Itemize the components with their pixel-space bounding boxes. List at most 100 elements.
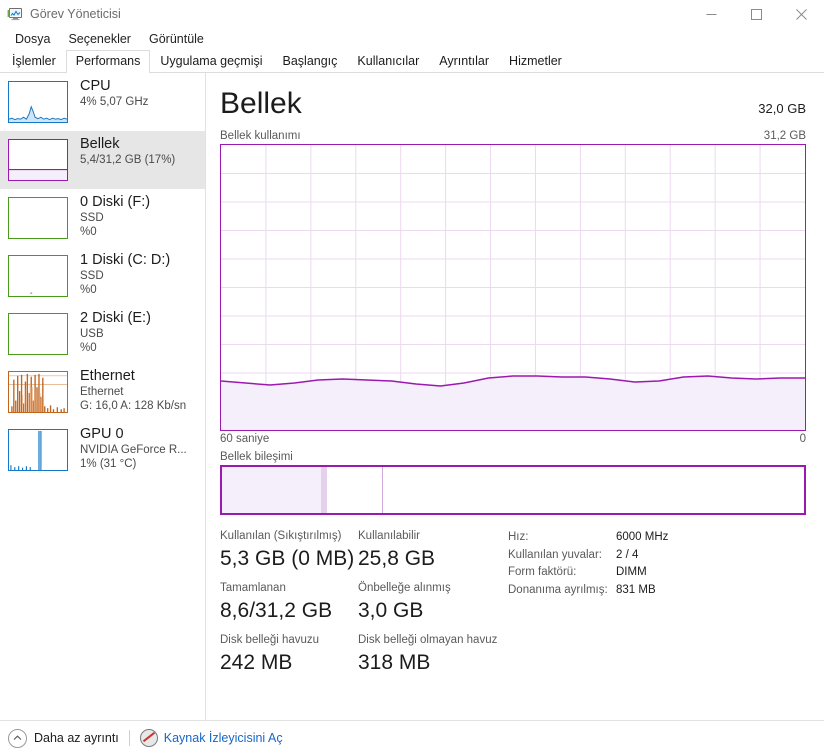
menu-item-dosya[interactable]: Dosya bbox=[6, 30, 59, 48]
content-area: CPU 4% 5,07 GHz Bellek 5,4/31,2 GB (17%) bbox=[0, 73, 824, 720]
fewer-details-label: Daha az ayrıntı bbox=[34, 731, 119, 745]
gpu-0-thumbnail-graph bbox=[8, 429, 68, 471]
composition-segment-standby bbox=[327, 467, 384, 513]
sidebar-item-ethernet-info: Ethernet Ethernet G: 16,0 A: 128 Kb/sn bbox=[80, 367, 186, 413]
sidebar-item-cpu-title: CPU bbox=[80, 78, 111, 94]
stat-slots-used-value: 2 / 4 bbox=[616, 548, 639, 561]
stat-available: Kullanılabilir 25,8 GB bbox=[358, 529, 496, 573]
stat-speed-label: Hız: bbox=[508, 531, 529, 543]
menu-item-goruntule[interactable]: Görüntüle bbox=[140, 30, 213, 48]
disk-0-thumbnail-graph bbox=[8, 197, 68, 239]
stat-cached-value: 3,0 GB bbox=[358, 599, 424, 622]
disk-1-thumbnail-graph bbox=[8, 255, 68, 297]
memory-capacity: 32,0 GB bbox=[758, 101, 806, 116]
sidebar-item-disk-2-title: 2 Diski (E:) bbox=[80, 310, 151, 326]
sidebar-item-ethernet-title: Ethernet bbox=[80, 368, 135, 384]
sidebar-item-disk-0-line2: SSD bbox=[80, 212, 104, 224]
sidebar-item-disk-1-line2: SSD bbox=[80, 270, 104, 282]
stat-slots-used-label: Kullanılan yuvalar: bbox=[508, 548, 602, 561]
tab-islemler[interactable]: İşlemler bbox=[2, 50, 66, 72]
tab-ayrintilar[interactable]: Ayrıntılar bbox=[429, 50, 499, 72]
sidebar-item-disk-2[interactable]: 2 Diski (E:) USB %0 bbox=[0, 305, 205, 363]
memory-detail-pane: Bellek 32,0 GB Bellek kullanımı 31,2 GB bbox=[206, 73, 824, 720]
sidebar-item-disk-2-line2: USB bbox=[80, 328, 104, 340]
sidebar-item-disk-2-line3: %0 bbox=[80, 342, 97, 354]
stat-form-factor-label: Form faktörü: bbox=[508, 566, 577, 578]
memory-stats-right: Hız: 6000 MHz Kullanılan yuvalar: 2 / 4 … bbox=[508, 529, 668, 685]
stat-paged-pool-label: Disk belleği havuzu bbox=[220, 634, 320, 646]
stat-form-factor-value: DIMM bbox=[616, 566, 647, 578]
composition-segment-free bbox=[383, 467, 804, 513]
axis-left-label: 60 saniye bbox=[220, 433, 270, 445]
graph-axis-labels: 60 saniye 0 bbox=[220, 433, 806, 445]
sidebar-item-memory-info: Bellek 5,4/31,2 GB (17%) bbox=[80, 135, 175, 167]
sidebar-item-ethernet[interactable]: Ethernet Ethernet G: 16,0 A: 128 Kb/sn bbox=[0, 363, 205, 421]
menu-bar: Dosya Seçenekler Görüntüle bbox=[0, 28, 824, 50]
tab-kullanicilar[interactable]: Kullanıcılar bbox=[347, 50, 429, 72]
menu-item-secenekler[interactable]: Seçenekler bbox=[59, 30, 140, 48]
fewer-details-button[interactable]: Daha az ayrıntı bbox=[8, 728, 119, 748]
stat-paged-pool: Disk belleği havuzu 242 MB bbox=[220, 633, 358, 677]
graph-captions: Bellek kullanımı 31,2 GB bbox=[220, 130, 806, 142]
stat-nonpaged-pool-label: Disk belleği olmayan havuz bbox=[358, 634, 498, 646]
task-manager-icon bbox=[7, 6, 23, 22]
graph-label: Bellek kullanımı bbox=[220, 130, 301, 142]
stat-used: Kullanılan (Sıkıştırılmış) 5,3 GB (0 MB) bbox=[220, 529, 358, 573]
sidebar-item-disk-0-info: 0 Diski (F:) SSD %0 bbox=[80, 193, 150, 239]
sidebar-item-memory[interactable]: Bellek 5,4/31,2 GB (17%) bbox=[0, 131, 205, 189]
stat-speed: Hız: 6000 MHz bbox=[508, 529, 668, 547]
sidebar-item-memory-line2: 5,4/31,2 GB (17%) bbox=[80, 154, 176, 166]
stat-nonpaged-pool: Disk belleği olmayan havuz 318 MB bbox=[358, 633, 498, 677]
stat-hardware-reserved: Donanıma ayrılmış: 831 MB bbox=[508, 582, 668, 600]
resource-monitor-icon bbox=[139, 729, 158, 747]
maximize-icon[interactable] bbox=[734, 0, 779, 28]
sidebar-item-disk-1[interactable]: 1 Diski (C: D:) SSD %0 bbox=[0, 247, 205, 305]
tab-performans[interactable]: Performans bbox=[65, 50, 151, 73]
stat-slots-used: Kullanılan yuvalar: 2 / 4 bbox=[508, 547, 668, 565]
memory-header: Bellek 32,0 GB bbox=[220, 87, 806, 121]
sidebar-item-memory-title: Bellek bbox=[80, 136, 120, 152]
disk-2-thumbnail-graph bbox=[8, 313, 68, 355]
stat-used-label: Kullanılan (Sıkıştırılmış) bbox=[220, 530, 342, 542]
memory-stats-left: Kullanılan (Sıkıştırılmış) 5,3 GB (0 MB)… bbox=[220, 529, 498, 685]
stat-hardware-reserved-value: 831 MB bbox=[616, 583, 656, 596]
tab-baslangic[interactable]: Başlangıç bbox=[273, 50, 348, 72]
tab-uygulama-gecmisi[interactable]: Uygulama geçmişi bbox=[150, 50, 272, 72]
sidebar-item-disk-1-title: 1 Diski (C: D:) bbox=[80, 252, 171, 268]
sidebar-item-gpu-0-line2: NVIDIA GeForce R... bbox=[80, 444, 187, 456]
close-icon[interactable] bbox=[779, 0, 824, 28]
tab-strip: İşlemler Performans Uygulama geçmişi Baş… bbox=[0, 50, 824, 73]
memory-composition-bar bbox=[220, 465, 806, 515]
window-title: Görev Yöneticisi bbox=[30, 7, 121, 21]
stat-nonpaged-pool-value: 318 MB bbox=[358, 651, 431, 674]
stat-form-factor: Form faktörü: DIMM bbox=[508, 564, 668, 582]
stat-hardware-reserved-label: Donanıma ayrılmış: bbox=[508, 583, 608, 596]
graph-max-label: 31,2 GB bbox=[763, 130, 806, 142]
memory-usage-chart bbox=[221, 145, 805, 430]
memory-usage-graph bbox=[220, 144, 806, 431]
minimize-icon[interactable] bbox=[689, 0, 734, 28]
stat-used-value: 5,3 GB (0 MB) bbox=[220, 547, 355, 570]
memory-thumbnail-graph bbox=[8, 139, 68, 181]
sidebar-item-disk-0-line3: %0 bbox=[80, 226, 97, 238]
title-bar: Görev Yöneticisi bbox=[0, 0, 824, 28]
stat-available-value: 25,8 GB bbox=[358, 547, 436, 570]
composition-label: Bellek bileşimi bbox=[220, 451, 293, 463]
sidebar-item-disk-0-title: 0 Diski (F:) bbox=[80, 194, 151, 210]
status-bar: Daha az ayrıntı Kaynak İzleyicisini Aç bbox=[0, 720, 824, 755]
sidebar-item-cpu[interactable]: CPU 4% 5,07 GHz bbox=[0, 73, 205, 131]
stat-cached-label: Önbelleğe alınmış bbox=[358, 582, 451, 594]
memory-stats: Kullanılan (Sıkıştırılmış) 5,3 GB (0 MB)… bbox=[220, 529, 806, 685]
stat-paged-pool-value: 242 MB bbox=[220, 651, 293, 674]
composition-segment-in-use bbox=[222, 467, 321, 513]
stat-committed-value: 8,6/31,2 GB bbox=[220, 599, 333, 622]
resource-sidebar: CPU 4% 5,07 GHz Bellek 5,4/31,2 GB (17%) bbox=[0, 73, 206, 720]
sidebar-item-disk-1-line3: %0 bbox=[80, 284, 97, 296]
tab-hizmetler[interactable]: Hizmetler bbox=[499, 50, 572, 72]
sidebar-item-disk-0[interactable]: 0 Diski (F:) SSD %0 bbox=[0, 189, 205, 247]
ethernet-thumbnail-graph bbox=[8, 371, 68, 413]
sidebar-item-gpu-0[interactable]: GPU 0 NVIDIA GeForce R... 1% (31 °C) bbox=[0, 421, 205, 479]
stat-speed-value: 6000 MHz bbox=[616, 531, 669, 543]
sidebar-item-cpu-info: CPU 4% 5,07 GHz bbox=[80, 77, 148, 109]
open-resource-monitor-button[interactable]: Kaynak İzleyicisini Aç bbox=[139, 729, 283, 747]
